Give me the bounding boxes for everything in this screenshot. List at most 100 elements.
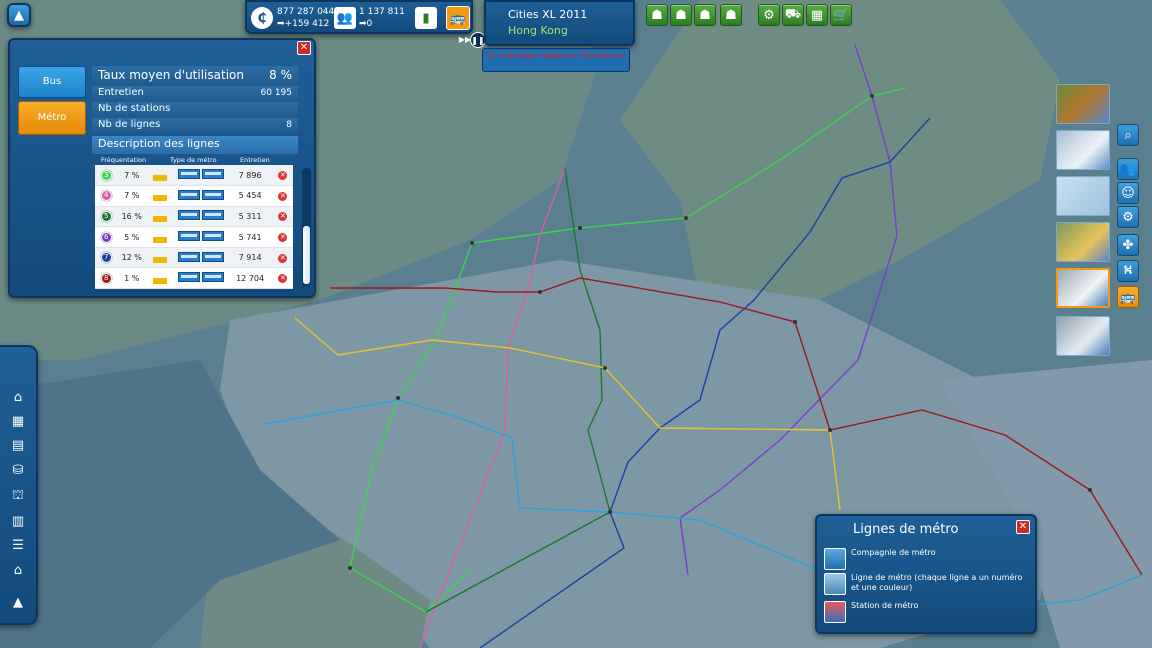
metro-train-icon[interactable]: [202, 189, 225, 200]
usage-label: Taux moyen d'utilisation: [98, 68, 244, 82]
thumbnail-route-map[interactable]: [1056, 176, 1110, 216]
line-frequentation: 16 %: [117, 206, 147, 228]
usage-value: 8 %: [269, 68, 292, 82]
metro-train-icon[interactable]: [177, 231, 200, 242]
shop-icon[interactable]: ⛁: [8, 460, 28, 480]
trade-button[interactable]: ⛟: [782, 4, 804, 26]
metro-train-icon[interactable]: [202, 231, 225, 242]
zoom-button[interactable]: ⌕: [1117, 124, 1139, 146]
stats-bar: ₵ 877 287 044 ➡+159 412 👥 1 137 811 ➡0 ▮…: [245, 0, 473, 34]
maintenance-row: Entretien 60 195: [92, 86, 298, 101]
tab-bus-label: Bus: [42, 76, 62, 87]
line-number-badge: 5: [100, 210, 112, 222]
wagon-icon: [153, 236, 168, 243]
col-entretien: Entretien: [240, 156, 270, 164]
bank-icon[interactable]: ⛫: [8, 486, 28, 506]
metro-train-icon[interactable]: [177, 189, 200, 200]
thumbnail-road[interactable]: [1056, 84, 1110, 124]
line-frequentation: 7 %: [117, 165, 147, 187]
home-icon[interactable]: ⌂: [8, 387, 28, 407]
tab-bus[interactable]: Bus: [18, 66, 86, 98]
notification-banner[interactable]: Le chômage frappe les Travailleurs: [482, 48, 630, 72]
house-add-icon[interactable]: ⌂: [8, 560, 28, 580]
market-button[interactable]: 🛒: [830, 4, 852, 26]
metro-train-icon[interactable]: [202, 210, 225, 221]
zone-person-4-button[interactable]: ☗: [720, 4, 742, 26]
bus-mode-button[interactable]: 🚌: [446, 6, 470, 30]
office-icon[interactable]: ▥: [8, 511, 28, 531]
zone-residential-button[interactable]: ☗: [646, 4, 668, 26]
finance-button[interactable]: ▦: [806, 4, 828, 26]
list-icon[interactable]: ☰: [8, 535, 28, 555]
metro-train-icon[interactable]: [177, 169, 200, 180]
people-button[interactable]: 👥: [1117, 158, 1139, 180]
population-delta: 0: [366, 19, 373, 29]
legend-close-button[interactable]: ✕: [1016, 520, 1030, 534]
metro-station-icon: [824, 601, 846, 623]
metro-train-icon[interactable]: [177, 210, 200, 221]
metro-line-icon: [824, 573, 846, 595]
metro-train-icon[interactable]: [202, 251, 225, 262]
table-row[interactable]: 6 5 % 5 741 ✕: [95, 226, 293, 248]
bus-transport-button[interactable]: 🚌: [1117, 286, 1139, 308]
delete-line-icon[interactable]: ✕: [278, 191, 288, 201]
gear-button[interactable]: ⚙: [1117, 206, 1139, 228]
delete-line-icon[interactable]: ✕: [278, 253, 288, 263]
truck-icon: ⛟: [784, 6, 802, 22]
lines-row: Nb de lignes 8: [92, 118, 298, 133]
metro-train-icon[interactable]: [177, 251, 200, 262]
book-button[interactable]: ▮: [415, 7, 437, 29]
line-number-badge: 3: [100, 169, 112, 181]
maintenance-label: Entretien: [98, 87, 144, 98]
legend-item-label: Ligne de métro (chaque ligne a un numéro…: [851, 573, 1023, 592]
transport-panel-close-button[interactable]: ✕: [297, 41, 311, 55]
thumbnail-bus[interactable]: [1056, 130, 1110, 170]
table-row[interactable]: 8 1 % 12 704 ✕: [95, 267, 293, 290]
money-value: 877 287 044: [277, 7, 335, 17]
line-frequentation: 5 %: [117, 226, 147, 248]
lines-value: 8: [286, 120, 292, 130]
line-maintenance: 5 454: [227, 185, 273, 207]
lines-label: Nb de lignes: [98, 119, 161, 130]
table-scrollbar-thumb[interactable]: [303, 226, 310, 284]
settings-button[interactable]: ⚙: [758, 4, 780, 26]
table-row[interactable]: 7 12 % 7 914 ✕: [95, 247, 293, 269]
leaf-button[interactable]: ✤: [1117, 234, 1139, 256]
document-icon[interactable]: ▤: [8, 435, 28, 455]
table-row[interactable]: 5 16 % 5 311 ✕: [95, 206, 293, 228]
delete-line-icon[interactable]: ✕: [278, 171, 288, 181]
landscape-icon[interactable]: ▲: [8, 592, 28, 612]
gear-icon: ⚙: [763, 7, 775, 23]
person-icon: ☗: [651, 7, 663, 23]
delete-line-icon[interactable]: ✕: [278, 274, 288, 284]
table-row[interactable]: 4 7 % 5 454 ✕: [95, 185, 293, 207]
thumbnail-bus-station[interactable]: [1056, 222, 1110, 262]
wagon-icon: [153, 174, 168, 181]
building-grid-icon[interactable]: ▦: [8, 411, 28, 431]
zone-person-2-button[interactable]: ☗: [670, 4, 692, 26]
magnifier-icon: ⌕: [1124, 127, 1132, 143]
pause-icon: ❚❚: [471, 35, 485, 45]
zone-person-3-button[interactable]: ☗: [694, 4, 716, 26]
metro-train-icon[interactable]: [177, 272, 200, 283]
tab-metro[interactable]: Métro: [18, 101, 86, 135]
happiness-button[interactable]: ☺: [1117, 182, 1139, 204]
wagon-icon: [153, 215, 168, 222]
thumbnail-metro-train[interactable]: [1056, 316, 1110, 356]
usage-row: Taux moyen d'utilisation 8 %: [92, 66, 298, 86]
metro-train-icon[interactable]: [202, 169, 225, 180]
city-info[interactable]: Cities XL 2011 Hong Kong: [484, 0, 635, 46]
thumbnail-metro-selected[interactable]: [1056, 268, 1110, 308]
person-icon: ☗: [675, 7, 687, 23]
delete-line-icon[interactable]: ✕: [278, 212, 288, 222]
description-title: Description des lignes: [98, 137, 220, 150]
table-row[interactable]: 3 7 % 7 896 ✕: [95, 165, 293, 187]
metro-train-icon[interactable]: [202, 272, 225, 283]
antenna-button[interactable]: ⛕: [1117, 260, 1139, 282]
main-menu-button[interactable]: ▲: [7, 3, 31, 27]
line-number-badge: 7: [100, 252, 112, 264]
delete-line-icon[interactable]: ✕: [278, 233, 288, 243]
maple-leaf-icon: ✤: [1122, 237, 1134, 253]
line-frequentation: 7 %: [117, 185, 147, 207]
legend-item-label: Compagnie de métro: [851, 548, 936, 557]
